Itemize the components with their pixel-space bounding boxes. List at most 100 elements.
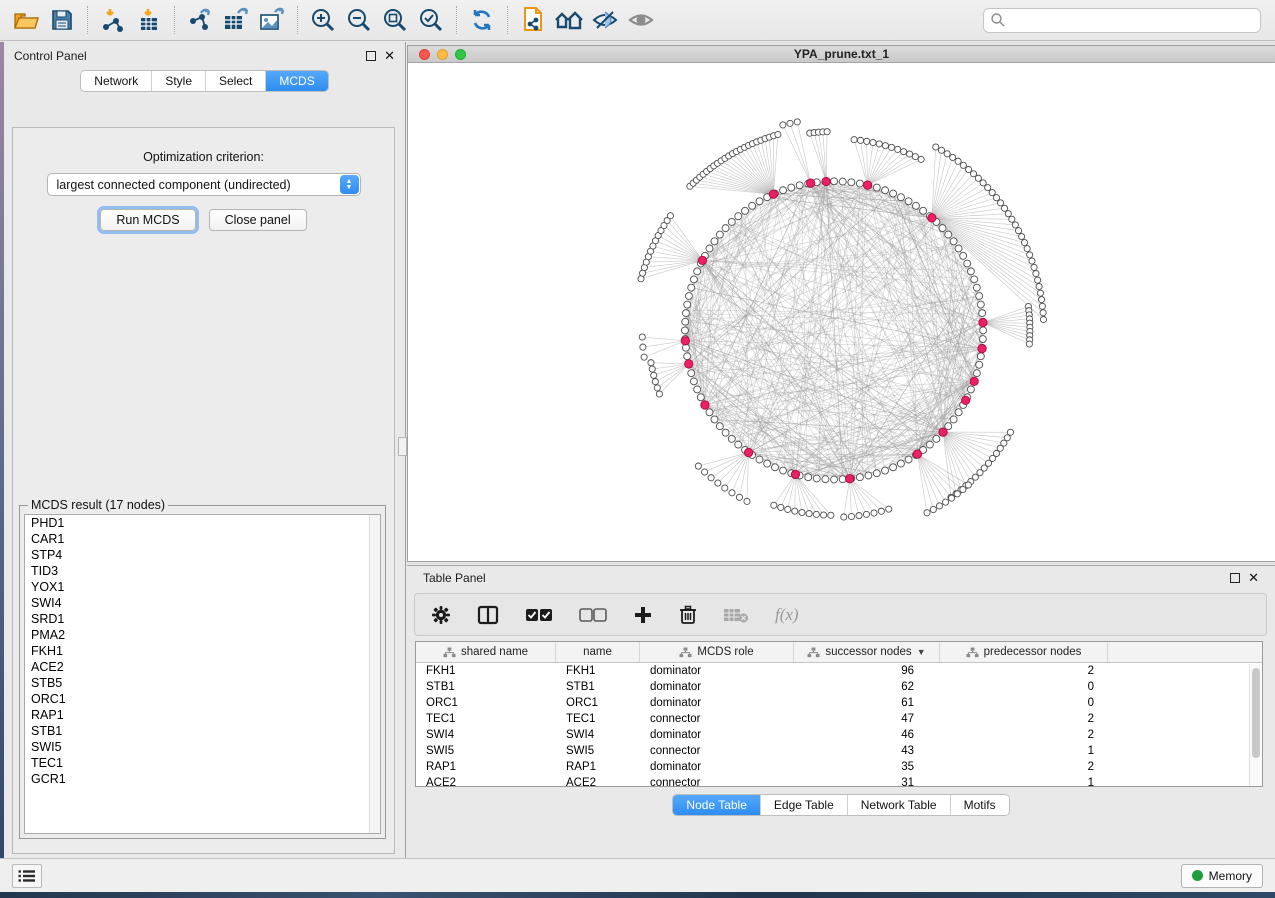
export-table-icon[interactable] <box>218 4 254 36</box>
select-all-checkboxes-icon[interactable] <box>525 607 553 623</box>
tab-style[interactable]: Style <box>152 71 206 91</box>
table-row[interactable]: RAP1RAP1dominator352 <box>416 759 1262 775</box>
status-bar: Memory <box>0 858 1275 892</box>
control-panel-tabs: NetworkStyleSelectMCDS <box>4 70 405 92</box>
tab-edge-table[interactable]: Edge Table <box>761 795 848 815</box>
memory-button[interactable]: Memory <box>1181 864 1263 888</box>
network-window-titlebar[interactable]: YPA_prune.txt_1 <box>408 46 1275 63</box>
table-tabs: Node TableEdge TableNetwork TableMotifs <box>407 794 1275 816</box>
float-panel-icon[interactable] <box>366 51 376 61</box>
toolbar-separator <box>456 6 457 34</box>
mcds-result-node[interactable]: PHD1 <box>25 515 380 531</box>
table-row[interactable]: ACE2ACE2connector311 <box>416 775 1262 787</box>
table-panel-title: Table Panel <box>423 571 486 585</box>
import-network-icon[interactable] <box>95 4 131 36</box>
mcds-result-node[interactable]: CAR1 <box>25 531 380 547</box>
mcds-result-node[interactable]: STP4 <box>25 547 380 563</box>
zoom-selected-icon[interactable] <box>413 4 449 36</box>
close-panel-icon[interactable]: ✕ <box>384 51 395 61</box>
tab-select[interactable]: Select <box>206 71 266 91</box>
tab-motifs[interactable]: Motifs <box>951 795 1009 815</box>
column-type-icon <box>679 647 692 658</box>
mcds-result-node[interactable]: ORC1 <box>25 691 380 707</box>
result-scrollbar[interactable] <box>369 515 380 833</box>
table-scrollbar[interactable] <box>1249 664 1262 786</box>
mcds-result-node[interactable]: SWI4 <box>25 595 380 611</box>
table-row[interactable]: SWI4SWI4dominator462 <box>416 727 1262 743</box>
export-network-icon[interactable] <box>182 4 218 36</box>
new-network-from-selection-icon[interactable] <box>515 4 551 36</box>
zoom-in-icon[interactable] <box>305 4 341 36</box>
first-neighbors-icon[interactable] <box>551 4 587 36</box>
tab-node-table[interactable]: Node Table <box>673 795 761 815</box>
control-panel-title: Control Panel <box>14 49 87 63</box>
column-header-successor-nodes[interactable]: successor nodes▼ <box>794 642 940 662</box>
split-columns-icon[interactable] <box>477 605 499 625</box>
float-table-panel-icon[interactable] <box>1230 573 1240 583</box>
close-panel-button[interactable]: Close panel <box>209 209 307 231</box>
select-stepper-icon: ▲▼ <box>340 175 359 194</box>
mcds-result-node[interactable]: FKH1 <box>25 643 380 659</box>
zoom-fit-icon[interactable] <box>377 4 413 36</box>
optimization-criterion-value: largest connected component (undirected) <box>57 178 291 192</box>
refresh-view-icon[interactable] <box>464 4 500 36</box>
mcds-result-node[interactable]: SRD1 <box>25 611 380 627</box>
table-row[interactable]: ORC1ORC1dominator610 <box>416 695 1262 711</box>
mcds-result-node[interactable]: SWI5 <box>25 739 380 755</box>
delete-table-disabled-icon <box>723 606 749 624</box>
column-header-name[interactable]: name <box>556 642 640 662</box>
column-type-icon <box>807 647 820 658</box>
table-row[interactable]: STB1STB1dominator620 <box>416 679 1262 695</box>
mcds-result-node[interactable]: STB1 <box>25 723 380 739</box>
deselect-all-checkboxes-icon[interactable] <box>579 607 607 623</box>
mcds-result-list[interactable]: PHD1CAR1STP4TID3YOX1SWI4SRD1PMA2FKH1ACE2… <box>24 514 381 834</box>
open-file-icon[interactable] <box>8 4 44 36</box>
tab-network-table[interactable]: Network Table <box>848 795 951 815</box>
mcds-result-node[interactable]: RAP1 <box>25 707 380 723</box>
desktop-background-strip <box>0 892 1275 898</box>
mcds-result-node[interactable]: ACE2 <box>25 659 380 675</box>
mcds-result-node[interactable]: PMA2 <box>25 627 380 643</box>
mcds-result-node[interactable]: GCR1 <box>25 771 380 787</box>
mcds-panel: Optimization criterion: largest connecte… <box>12 127 395 854</box>
main-toolbar <box>0 0 1275 41</box>
table-row[interactable]: FKH1FKH1dominator962 <box>416 663 1262 679</box>
close-table-panel-icon[interactable]: ✕ <box>1248 573 1259 583</box>
task-list-icon <box>18 869 36 883</box>
run-mcds-button[interactable]: Run MCDS <box>100 209 195 231</box>
column-header-predecessor-nodes[interactable]: predecessor nodes <box>940 642 1108 662</box>
node-table[interactable]: shared namenameMCDS rolesuccessor nodes▼… <box>415 641 1263 787</box>
table-row[interactable]: TEC1TEC1connector472 <box>416 711 1262 727</box>
function-builder-icon: f(x) <box>775 605 799 625</box>
add-column-icon[interactable] <box>633 605 653 625</box>
table-row[interactable]: SWI5SWI5connector431 <box>416 743 1262 759</box>
optimization-criterion-label: Optimization criterion: <box>13 150 394 164</box>
search-input[interactable] <box>1006 13 1254 27</box>
mcds-result-node[interactable]: STB5 <box>25 675 380 691</box>
mcds-result-node[interactable]: TEC1 <box>25 755 380 771</box>
task-history-button[interactable] <box>12 864 42 888</box>
toolbar-separator <box>507 6 508 34</box>
show-all-icon[interactable] <box>623 4 659 36</box>
export-image-icon[interactable] <box>254 4 290 36</box>
toolbar-separator <box>87 6 88 34</box>
hide-selected-icon[interactable] <box>587 4 623 36</box>
column-header-shared-name[interactable]: shared name <box>416 642 556 662</box>
import-table-icon[interactable] <box>131 4 167 36</box>
splitter-handle[interactable] <box>398 437 407 456</box>
network-window-title: YPA_prune.txt_1 <box>408 47 1275 61</box>
table-scrollbar-thumb[interactable] <box>1252 668 1260 758</box>
tab-network[interactable]: Network <box>81 71 152 91</box>
zoom-out-icon[interactable] <box>341 4 377 36</box>
mcds-result-node[interactable]: YOX1 <box>25 579 380 595</box>
network-canvas[interactable] <box>408 64 1275 561</box>
mcds-result-node[interactable]: TID3 <box>25 563 380 579</box>
optimization-criterion-select[interactable]: largest connected component (undirected)… <box>47 173 361 196</box>
column-header-MCDS-role[interactable]: MCDS role <box>640 642 794 662</box>
search-field[interactable] <box>983 8 1261 33</box>
delete-column-icon[interactable] <box>679 605 697 625</box>
gear-icon[interactable] <box>431 605 451 625</box>
network-view-window: YPA_prune.txt_1 <box>407 45 1275 562</box>
tab-mcds[interactable]: MCDS <box>266 71 327 91</box>
save-session-icon[interactable] <box>44 4 80 36</box>
